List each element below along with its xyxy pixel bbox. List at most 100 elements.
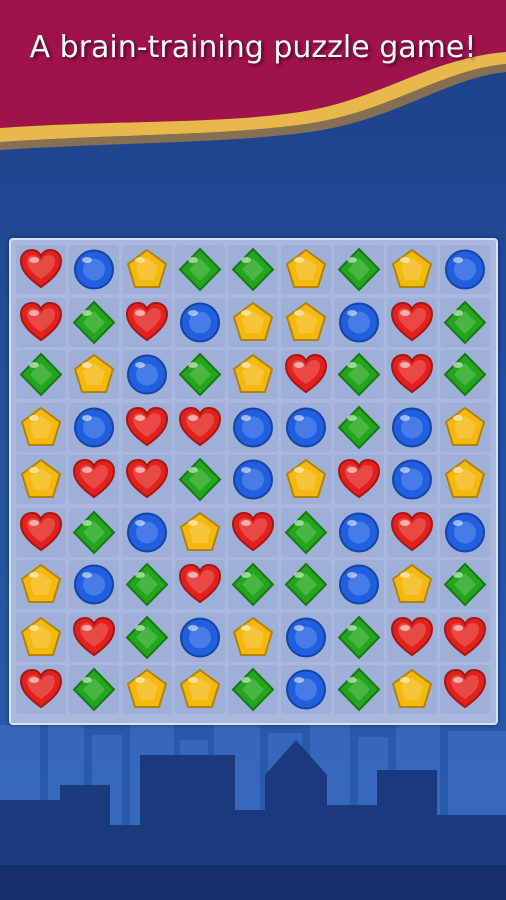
gem-cell-r6-c7[interactable]: [334, 507, 384, 557]
gem-cell-r2-c6[interactable]: [281, 297, 331, 347]
red-heart-gem-icon: [19, 668, 63, 709]
gem-cell-r8-c9[interactable]: [440, 612, 490, 662]
gem-cell-r2-c8[interactable]: [387, 297, 437, 347]
gem-cell-r6-c8[interactable]: [387, 507, 437, 557]
gem-cell-r8-c8[interactable]: [387, 612, 437, 662]
gem-cell-r1-c6[interactable]: [281, 245, 331, 294]
gem-cell-r6-c2[interactable]: [69, 507, 119, 557]
gem-cell-r2-c1[interactable]: [16, 297, 66, 347]
green-diamond-gem-icon: [284, 510, 328, 554]
gem-cell-r7-c8[interactable]: [387, 560, 437, 609]
yellow-pentagon-gem-icon: [20, 563, 62, 603]
gem-cell-r6-c6[interactable]: [281, 507, 331, 557]
gem-cell-r2-c4[interactable]: [175, 297, 225, 347]
gem-cell-r2-c9[interactable]: [440, 297, 490, 347]
yellow-pentagon-gem-icon: [126, 248, 168, 288]
gem-cell-r6-c4[interactable]: [175, 507, 225, 557]
gem-cell-r6-c3[interactable]: [122, 507, 172, 557]
gem-cell-r8-c3[interactable]: [122, 612, 172, 662]
gem-cell-r1-c5[interactable]: [228, 245, 278, 294]
yellow-pentagon-gem-icon: [232, 616, 274, 656]
gem-cell-r8-c1[interactable]: [16, 612, 66, 662]
gem-cell-r5-c3[interactable]: [122, 455, 172, 504]
gem-cell-r3-c9[interactable]: [440, 350, 490, 399]
gem-cell-r6-c5[interactable]: [228, 507, 278, 557]
gem-cell-r5-c8[interactable]: [387, 455, 437, 504]
gem-cell-r5-c2[interactable]: [69, 455, 119, 504]
gem-cell-r3-c5[interactable]: [228, 350, 278, 399]
gem-cell-r8-c7[interactable]: [334, 612, 384, 662]
gem-cell-r5-c6[interactable]: [281, 455, 331, 504]
blue-round-gem-icon: [339, 564, 379, 605]
gem-cell-r3-c3[interactable]: [122, 350, 172, 399]
gem-cell-r1-c1[interactable]: [16, 245, 66, 294]
red-heart-gem-icon: [443, 668, 487, 709]
gem-cell-r8-c2[interactable]: [69, 612, 119, 662]
gem-cell-r9-c7[interactable]: [334, 665, 384, 714]
gem-cell-r9-c5[interactable]: [228, 665, 278, 714]
gem-cell-r8-c6[interactable]: [281, 612, 331, 662]
gem-cell-r9-c6[interactable]: [281, 665, 331, 714]
gem-cell-r4-c7[interactable]: [334, 402, 384, 452]
gem-cell-r5-c1[interactable]: [16, 455, 66, 504]
gem-cell-r1-c2[interactable]: [69, 245, 119, 294]
gem-cell-r3-c6[interactable]: [281, 350, 331, 399]
gem-cell-r6-c9[interactable]: [440, 507, 490, 557]
gem-cell-r2-c5[interactable]: [228, 297, 278, 347]
gem-cell-r2-c7[interactable]: [334, 297, 384, 347]
gem-cell-r1-c9[interactable]: [440, 245, 490, 294]
gem-cell-r4-c2[interactable]: [69, 402, 119, 452]
gem-cell-r4-c8[interactable]: [387, 402, 437, 452]
gem-cell-r1-c4[interactable]: [175, 245, 225, 294]
gem-cell-r7-c2[interactable]: [69, 560, 119, 609]
gem-cell-r6-c1[interactable]: [16, 507, 66, 557]
gem-cell-r7-c7[interactable]: [334, 560, 384, 609]
green-diamond-gem-icon: [443, 562, 487, 607]
green-diamond-gem-icon: [337, 667, 381, 712]
gem-cell-r9-c3[interactable]: [122, 665, 172, 714]
gem-cell-r8-c5[interactable]: [228, 612, 278, 662]
gem-cell-r4-c5[interactable]: [228, 402, 278, 452]
gem-cell-r3-c4[interactable]: [175, 350, 225, 399]
gem-cell-r4-c1[interactable]: [16, 402, 66, 452]
gem-cell-r7-c3[interactable]: [122, 560, 172, 609]
blue-round-gem-icon: [127, 354, 167, 395]
gem-cell-r1-c3[interactable]: [122, 245, 172, 294]
gem-cell-r5-c4[interactable]: [175, 455, 225, 504]
yellow-pentagon-gem-icon: [391, 563, 433, 603]
gem-cell-r9-c1[interactable]: [16, 665, 66, 714]
gem-cell-r4-c4[interactable]: [175, 402, 225, 452]
gem-cell-r7-c6[interactable]: [281, 560, 331, 609]
gem-cell-r4-c6[interactable]: [281, 402, 331, 452]
gem-cell-r4-c3[interactable]: [122, 402, 172, 452]
gem-cell-r2-c2[interactable]: [69, 297, 119, 347]
gem-cell-r7-c9[interactable]: [440, 560, 490, 609]
red-heart-gem-icon: [178, 563, 222, 604]
green-diamond-gem-icon: [443, 352, 487, 397]
blue-round-gem-icon: [445, 512, 485, 552]
gem-cell-r1-c7[interactable]: [334, 245, 384, 294]
gem-cell-r9-c9[interactable]: [440, 665, 490, 714]
gem-cell-r4-c9[interactable]: [440, 402, 490, 452]
gem-cell-r3-c8[interactable]: [387, 350, 437, 399]
yellow-pentagon-gem-icon: [20, 458, 62, 498]
gem-cell-r5-c5[interactable]: [228, 455, 278, 504]
gem-cell-r9-c4[interactable]: [175, 665, 225, 714]
gem-cell-r7-c1[interactable]: [16, 560, 66, 609]
gem-cell-r3-c7[interactable]: [334, 350, 384, 399]
gem-cell-r7-c4[interactable]: [175, 560, 225, 609]
gem-cell-r8-c4[interactable]: [175, 612, 225, 662]
gem-cell-r1-c8[interactable]: [387, 245, 437, 294]
gem-cell-r3-c2[interactable]: [69, 350, 119, 399]
gem-cell-r5-c7[interactable]: [334, 455, 384, 504]
gem-cell-r2-c3[interactable]: [122, 297, 172, 347]
gem-cell-r5-c9[interactable]: [440, 455, 490, 504]
gem-cell-r7-c5[interactable]: [228, 560, 278, 609]
gem-cell-r9-c2[interactable]: [69, 665, 119, 714]
gem-grid: [16, 245, 492, 718]
green-diamond-gem-icon: [337, 247, 381, 292]
gem-cell-r3-c1[interactable]: [16, 350, 66, 399]
green-diamond-gem-icon: [337, 405, 381, 449]
red-heart-gem-icon: [72, 458, 116, 499]
gem-cell-r9-c8[interactable]: [387, 665, 437, 714]
